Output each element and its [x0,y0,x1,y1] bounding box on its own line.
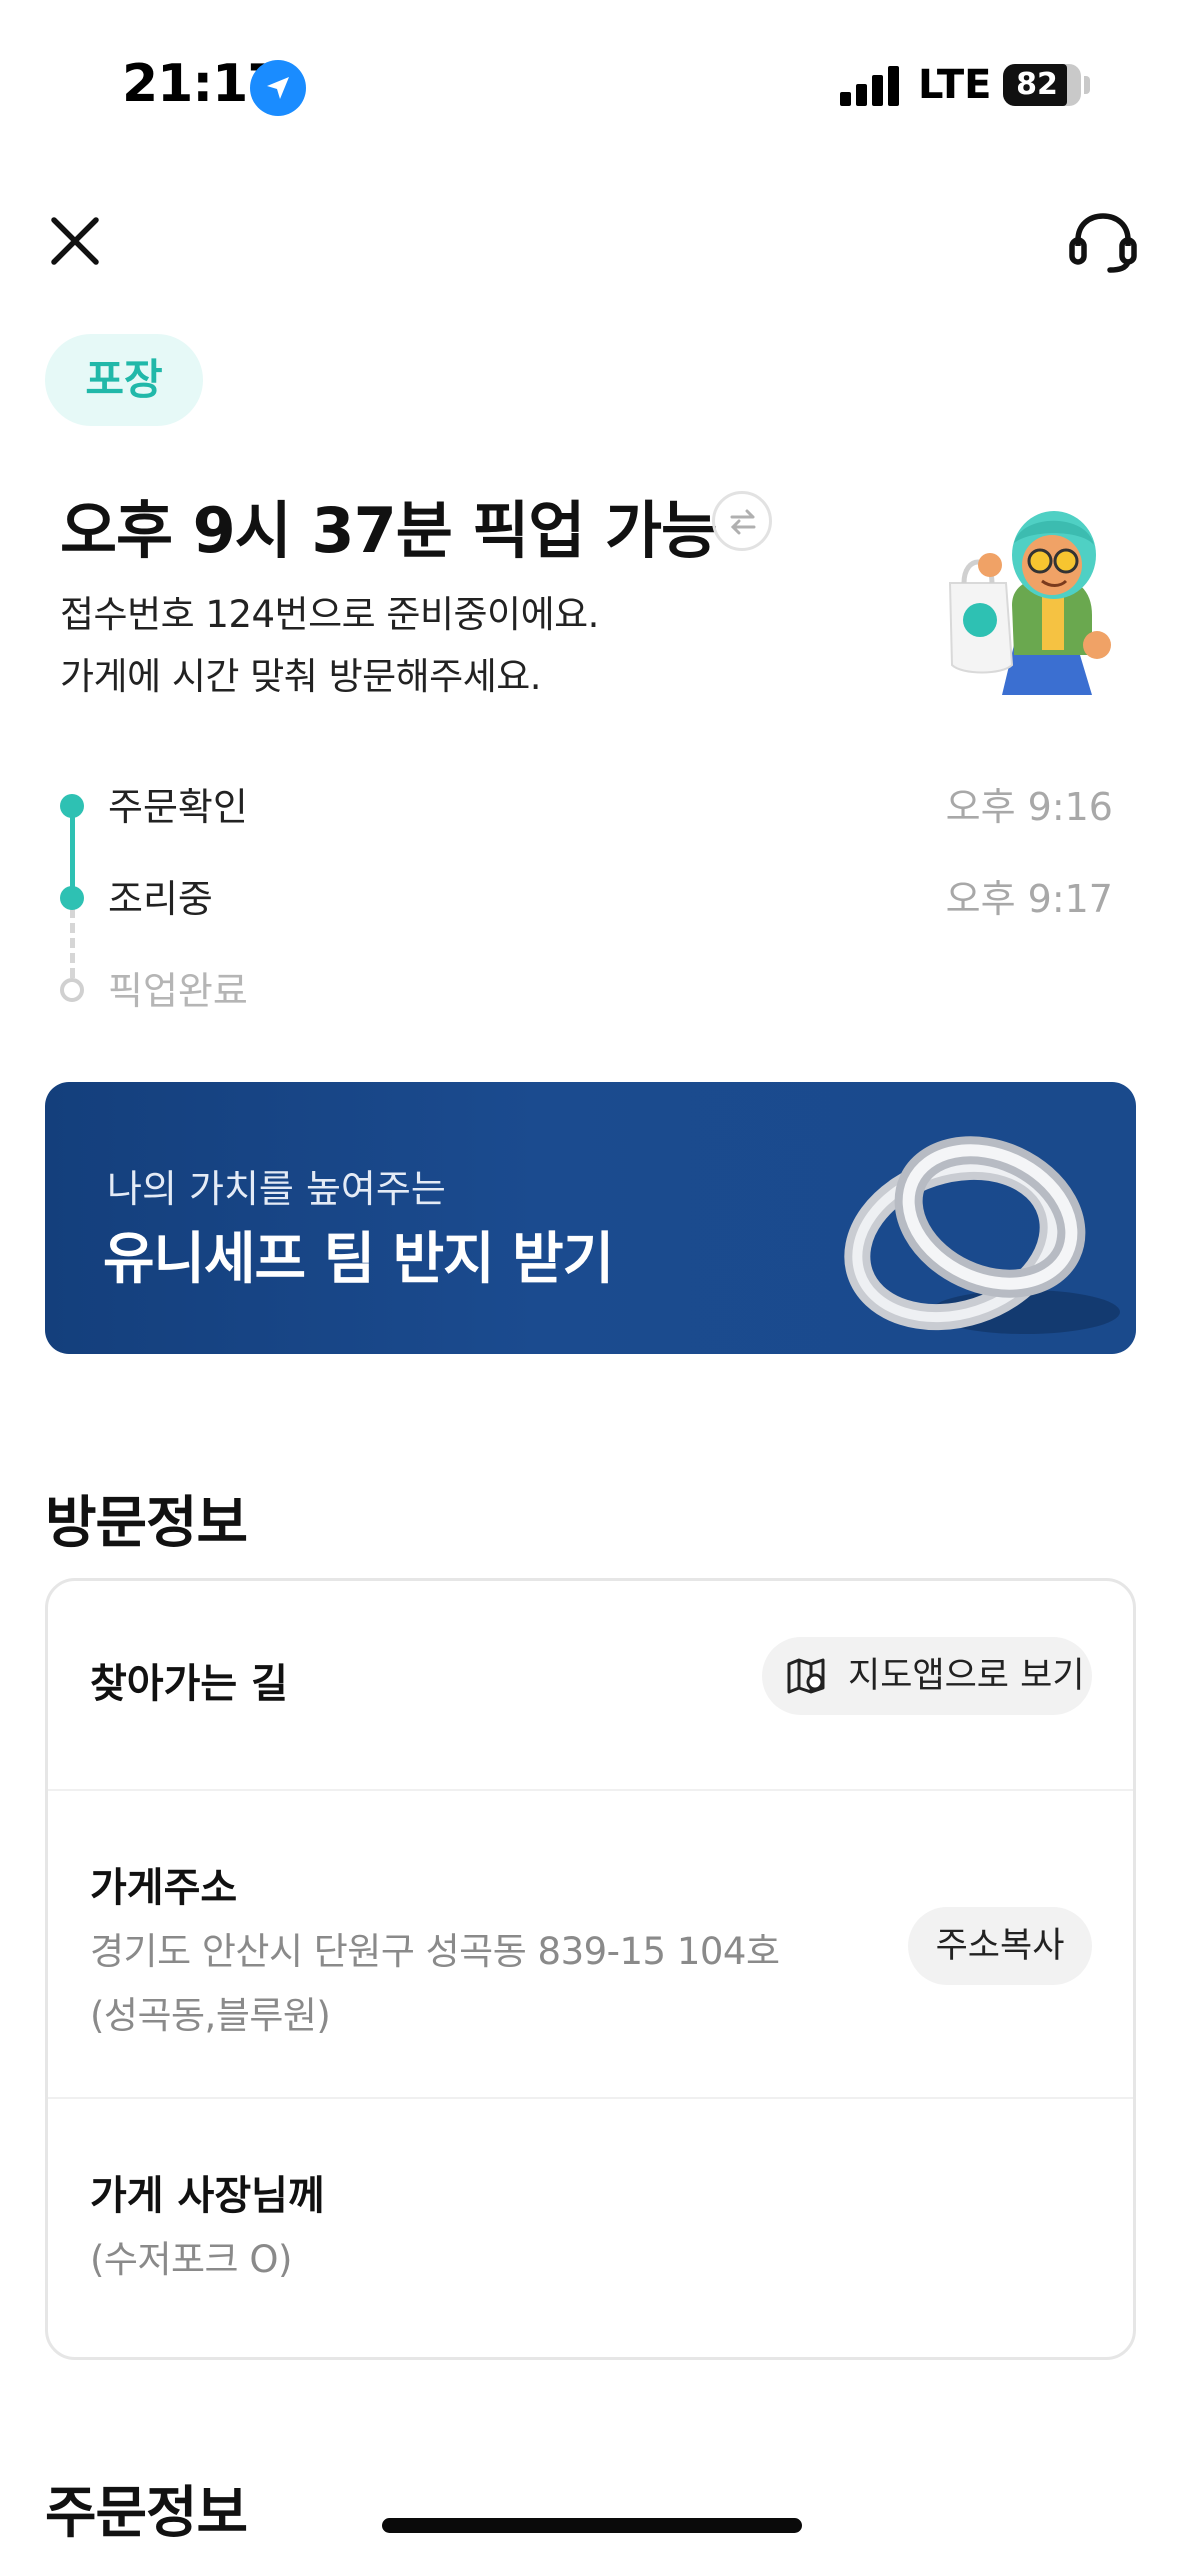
visit-info-card: 찾아가는 길 지도앱으로 보기 가게주소 경기도 안산시 단원구 성곡동 839… [45,1578,1136,2360]
banner-title: 유니세프 팀 반지 받기 [103,1227,614,1292]
battery-percentage: 82 [1016,67,1058,102]
close-icon[interactable] [46,212,104,270]
battery-icon: 82 [1003,64,1081,106]
order-info-title: 주문정보 [45,2481,248,2546]
unicef-ring-image [844,1136,1120,1334]
customer-support-headset-icon[interactable] [1068,210,1138,274]
visit-guidance-message: 가게에 시간 맞춰 방문해주세요. [60,655,542,698]
timeline-time-order-confirmed: 오후 9:16 [945,785,1113,829]
timeline-time-cooking: 오후 9:17 [945,877,1113,921]
open-map-app-label: 지도앱으로 보기 [848,1656,1085,1696]
pickup-mascot-illustration [948,511,1111,695]
map-pin-icon [787,1658,825,1694]
visit-info-title: 방문정보 [45,1491,248,1556]
directions-label: 찾아가는 길 [90,1661,288,1707]
card-divider [48,1789,1133,1791]
store-address-label: 가게주소 [90,1865,238,1911]
card-divider [48,2097,1133,2099]
store-address-line2: (성곡동,블루원) [90,1994,331,2037]
home-indicator[interactable] [382,2518,802,2533]
open-map-app-button[interactable]: 지도앱으로 보기 [762,1637,1092,1715]
status-bar: 21:17 LTE 82 [0,0,1179,160]
timeline-dot-order-confirmed [60,794,84,818]
order-number-message: 접수번호 124번으로 준비중이에요. [60,593,599,636]
swap-arrows-icon[interactable] [712,491,772,551]
location-arrow-icon [250,60,306,116]
pickup-time-headline: 오후 9시 37분 픽업 가능 [60,494,718,567]
owner-request-text: (수저포크 O) [90,2238,292,2281]
store-address-line1: 경기도 안산시 단원구 성곡동 839-15 104호 [90,1930,780,1973]
banner-subtitle: 나의 가치를 높여주는 [107,1167,446,1211]
timeline-dot-pickup-complete [60,978,84,1002]
unicef-ring-promo-banner[interactable]: 나의 가치를 높여주는 유니세프 팀 반지 받기 [45,1082,1136,1354]
timeline-dot-cooking [60,886,84,910]
timeline-label-cooking: 조리중 [108,877,213,921]
order-type-badge: 포장 [45,334,203,426]
timeline-label-pickup-complete: 픽업완료 [108,969,248,1013]
cellular-signal-icon [840,66,900,106]
timeline-label-order-confirmed: 주문확인 [108,785,248,829]
network-type: LTE [918,62,992,108]
owner-request-label: 가게 사장님께 [90,2173,325,2219]
timeline-pending-line [70,908,75,978]
battery-cap [1084,76,1090,94]
copy-address-button[interactable]: 주소복사 [908,1907,1092,1985]
